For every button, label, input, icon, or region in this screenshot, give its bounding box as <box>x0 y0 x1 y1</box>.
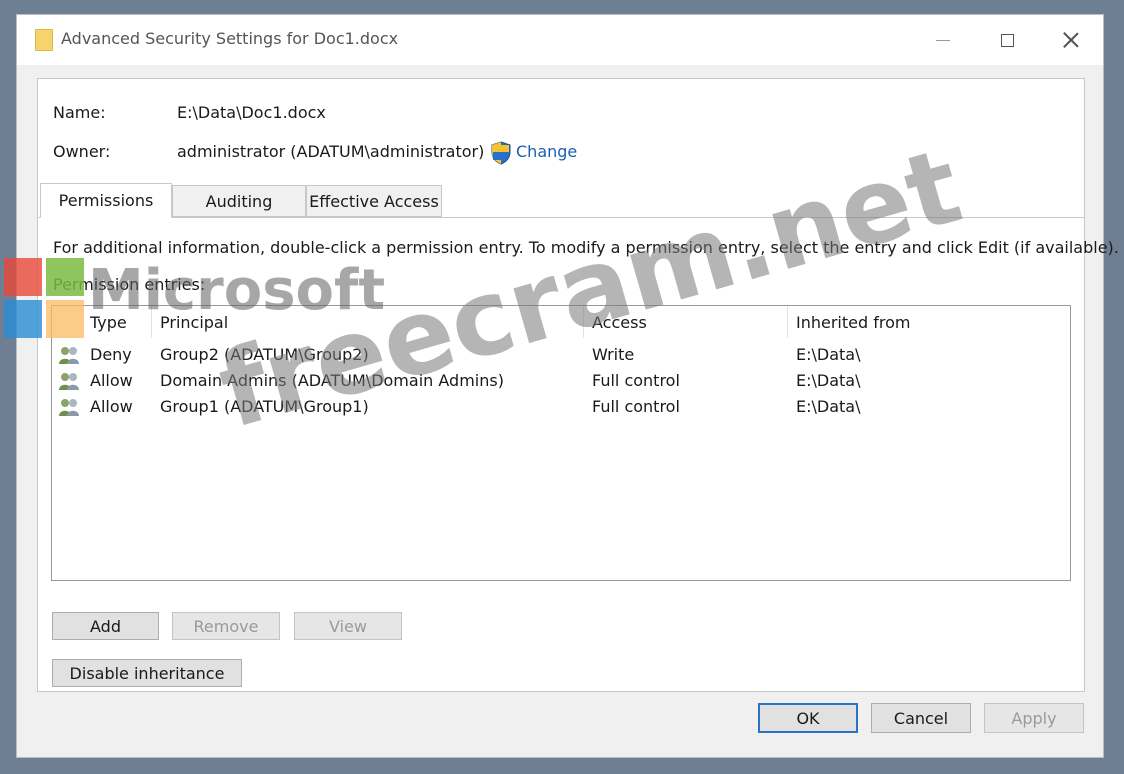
column-header-inherited-from[interactable]: Inherited from <box>788 306 1068 338</box>
entry-access: Full control <box>592 397 680 416</box>
tab-effective-access[interactable]: Effective Access <box>306 185 442 217</box>
table-row[interactable]: Allow Group1 (ADATUM\Group1) Full contro… <box>52 394 1070 420</box>
name-label: Name: <box>53 103 106 122</box>
add-button[interactable]: Add <box>52 612 159 640</box>
entry-type: Allow <box>90 397 133 416</box>
view-button[interactable]: View <box>294 612 402 640</box>
tab-divider <box>38 217 1084 218</box>
table-row[interactable]: Allow Domain Admins (ADATUM\Domain Admin… <box>52 368 1070 394</box>
main-panel: Name: E:\Data\Doc1.docx Owner: administr… <box>37 78 1119 692</box>
entry-type: Deny <box>90 345 132 364</box>
entry-principal: Group2 (ADATUM\Group2) <box>160 345 369 364</box>
tab-auditing[interactable]: Auditing <box>172 185 306 217</box>
entry-inherited-from: E:\Data\ <box>796 345 861 364</box>
users-icon <box>59 347 79 364</box>
close-button[interactable] <box>1039 15 1103 65</box>
instructions-text: For additional information, double-click… <box>53 238 1119 257</box>
column-header-principal[interactable]: Principal <box>152 306 584 338</box>
cancel-button[interactable]: Cancel <box>871 703 971 733</box>
column-header-access[interactable]: Access <box>584 306 788 338</box>
microsoft-logo-watermark <box>4 258 84 338</box>
title-bar[interactable]: Advanced Security Settings for Doc1.docx <box>17 15 1103 65</box>
apply-button[interactable]: Apply <box>984 703 1084 733</box>
entry-inherited-from: E:\Data\ <box>796 371 861 390</box>
column-header-type[interactable]: Type <box>82 306 152 338</box>
users-icon <box>59 373 79 390</box>
ok-button[interactable]: OK <box>758 703 858 733</box>
security-settings-window: Advanced Security Settings for Doc1.docx… <box>16 14 1119 758</box>
folder-icon <box>35 29 53 51</box>
entry-access: Write <box>592 345 635 364</box>
permission-entries-list[interactable]: Type Principal Access Inherited from Den… <box>51 305 1071 581</box>
entry-type: Allow <box>90 371 133 390</box>
change-owner-link[interactable]: Change <box>516 142 577 161</box>
users-icon <box>59 399 79 416</box>
minimize-icon <box>936 39 950 41</box>
maximize-button[interactable] <box>975 15 1039 65</box>
maximize-icon <box>1000 33 1014 47</box>
entry-inherited-from: E:\Data\ <box>796 397 861 416</box>
remove-button[interactable]: Remove <box>172 612 280 640</box>
window-title: Advanced Security Settings for Doc1.docx <box>61 29 399 48</box>
entry-access: Full control <box>592 371 680 390</box>
uac-shield-icon <box>491 141 511 165</box>
owner-value: administrator (ADATUM\administrator) <box>177 142 485 161</box>
table-row[interactable]: Deny Group2 (ADATUM\Group2) Write E:\Dat… <box>52 342 1070 368</box>
owner-label: Owner: <box>53 142 111 161</box>
entry-principal: Group1 (ADATUM\Group1) <box>160 397 369 416</box>
disable-inheritance-button[interactable]: Disable inheritance <box>52 659 242 687</box>
close-icon <box>1063 32 1079 48</box>
tab-permissions[interactable]: Permissions <box>40 183 172 218</box>
name-value: E:\Data\Doc1.docx <box>177 103 326 122</box>
entry-principal: Domain Admins (ADATUM\Domain Admins) <box>160 371 504 390</box>
minimize-button[interactable] <box>911 15 975 65</box>
